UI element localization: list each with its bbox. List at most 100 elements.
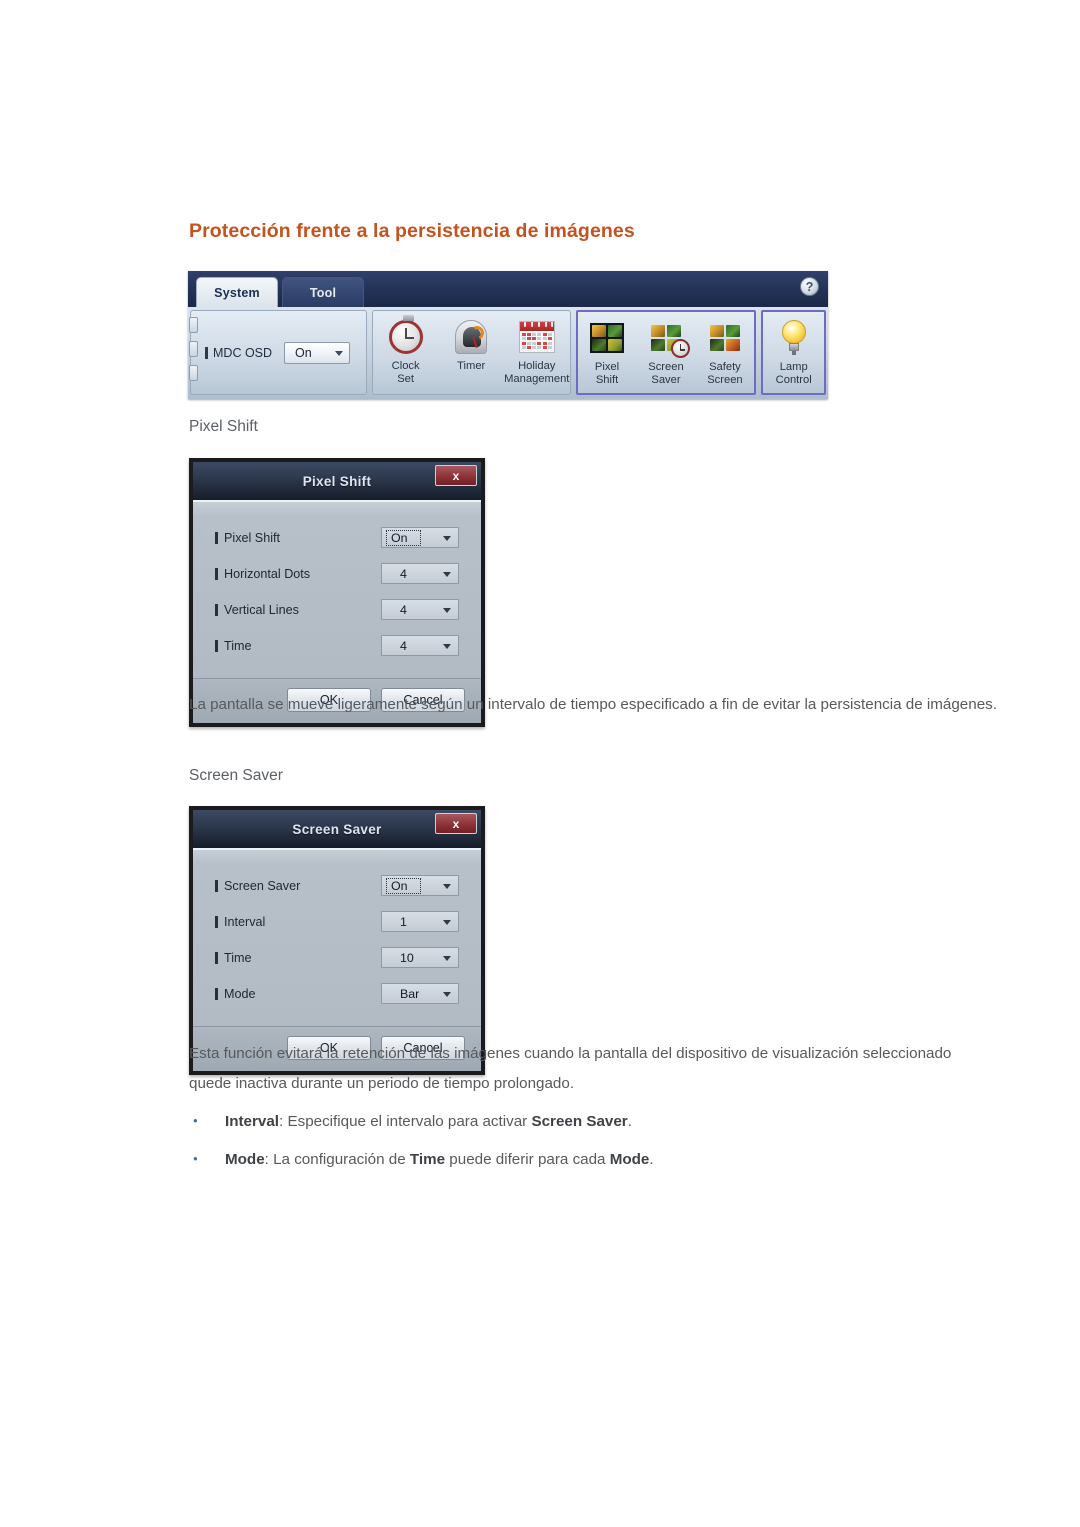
mode-select[interactable]: Bar (381, 983, 459, 1004)
field-label: Time (224, 638, 252, 653)
ribbon-label-line1: Holiday (518, 360, 556, 372)
chevron-down-icon (335, 350, 344, 356)
ribbon-label-line1: Screen (648, 361, 684, 373)
clock-icon (388, 315, 423, 358)
help-icon[interactable]: ? (800, 277, 819, 296)
field-value: 4 (400, 638, 407, 653)
chevron-down-icon (443, 955, 451, 961)
ribbon-label-line2: Saver (651, 373, 681, 386)
dialog-title: Pixel Shift (302, 473, 372, 489)
ribbon-button-safety-screen[interactable]: Safety Screen (695, 312, 754, 393)
ribbon-button-pixel-shift[interactable]: Pixel Shift (578, 312, 637, 393)
bullet-tick-icon (215, 603, 218, 616)
field-value: Bar (400, 986, 420, 1001)
dialog-row: Screen Saver On (215, 872, 459, 899)
close-icon[interactable]: x (435, 465, 477, 486)
subheading-screen-saver: Screen Saver (189, 767, 283, 784)
list-item: Mode: La configuración de Time puede dif… (189, 1148, 989, 1174)
dialog-titlebar: Screen Saver x (193, 810, 481, 848)
ribbon-label-line1: Pixel (594, 361, 620, 373)
ribbon-button-clock-set[interactable]: Clock Set (373, 311, 439, 394)
bullet-icon (189, 1148, 225, 1174)
bullet-tick-icon (215, 915, 218, 928)
chevron-down-icon (443, 535, 451, 541)
page-title: Protección frente a la persistencia de i… (189, 220, 635, 242)
ribbon-button-timer[interactable]: Timer (438, 311, 504, 394)
dialog-titlebar: Pixel Shift x (193, 462, 481, 500)
vertical-lines-select[interactable]: 4 (381, 599, 459, 620)
tab-system[interactable]: System (196, 277, 278, 307)
dialog-row: Vertical Lines 4 (215, 596, 459, 623)
mini-clock-icon (670, 339, 690, 358)
bullet-text: Mode: La configuración de Time puede dif… (225, 1151, 654, 1168)
bullet-list: Interval: Especifique el intervalo para … (189, 1110, 989, 1186)
dialog-screen-saver: Screen Saver x Screen Saver On Interval … (189, 806, 485, 1075)
horizontal-dots-select[interactable]: 4 (381, 563, 459, 584)
ribbon-group-screen-protection: Pixel Shift Screen Saver Safety Screen (575, 310, 757, 395)
field-label: Pixel Shift (224, 530, 280, 545)
ribbon-button-holiday-management[interactable]: Holiday Management (504, 311, 570, 394)
pixel-shift-select[interactable]: On (381, 527, 459, 548)
field-label: Mode (224, 986, 256, 1001)
dialog-row: Horizontal Dots 4 (215, 560, 459, 587)
tab-tool[interactable]: Tool (282, 277, 364, 307)
mdc-osd-select[interactable]: On (284, 341, 351, 364)
ribbon-label-line1: Lamp (779, 361, 808, 373)
paragraph-pixel-shift: La pantalla se mueve ligeramente según u… (189, 696, 997, 713)
dialog-pixel-shift: Pixel Shift x Pixel Shift On Horizontal … (189, 458, 485, 727)
lamp-icon (779, 317, 809, 359)
field-label: Horizontal Dots (224, 566, 311, 581)
pixel-shift-icon (590, 317, 625, 359)
mdc-osd-label: MDC OSD (213, 345, 273, 360)
cut-off-fragment (189, 365, 198, 381)
dialog-body: Pixel Shift On Horizontal Dots 4 Vertica… (193, 500, 481, 678)
ribbon-group-osd: MDC OSD On (189, 310, 367, 395)
ribbon-label-line1: Clock (391, 360, 420, 372)
ribbon-label-line2: Set (397, 372, 415, 385)
field-label: Interval (224, 914, 266, 929)
field-value: 1 (400, 914, 407, 929)
cut-off-fragment (189, 341, 198, 357)
close-icon[interactable]: x (435, 813, 477, 834)
dialog-row: Interval 1 (215, 908, 459, 935)
mdc-toolbar-screenshot: System Tool ? MDC OSD On Clock Set Timer… (188, 271, 828, 399)
list-item: Interval: Especifique el intervalo para … (189, 1110, 989, 1136)
safety-screen-icon (708, 317, 742, 359)
time-select[interactable]: 10 (381, 947, 459, 968)
ribbon-group-lamp: Lamp Control (761, 310, 826, 395)
bullet-tick-icon (215, 951, 218, 964)
field-value: 10 (400, 950, 414, 965)
field-value: 4 (400, 602, 407, 617)
ribbon-label-line1: Timer (457, 360, 486, 372)
field-value: 4 (400, 566, 407, 581)
ribbon-label-line2: Screen (707, 373, 743, 386)
bullet-text: Interval: Especifique el intervalo para … (225, 1113, 632, 1130)
chevron-down-icon (443, 571, 451, 577)
screen-saver-icon (649, 317, 690, 359)
screen-saver-select[interactable]: On (381, 875, 459, 896)
ribbon-label-line2: Management (504, 372, 570, 385)
field-label: Vertical Lines (224, 602, 299, 617)
interval-select[interactable]: 1 (381, 911, 459, 932)
toolbar-ribbon: MDC OSD On Clock Set Timer Holiday Manag… (188, 307, 828, 399)
timer-icon (455, 316, 488, 358)
bullet-icon (189, 1110, 225, 1136)
bullet-tick-icon (215, 987, 218, 1000)
chevron-down-icon (443, 919, 451, 925)
calendar-icon (518, 316, 555, 358)
ribbon-label-line1: Safety (709, 361, 741, 373)
bullet-tick-icon (215, 567, 218, 580)
toolbar-tabstrip: System Tool ? (188, 271, 828, 307)
chevron-down-icon (443, 991, 451, 997)
ribbon-label-line2: Shift (595, 373, 619, 386)
time-select[interactable]: 4 (381, 635, 459, 656)
bullet-tick-icon (205, 346, 208, 359)
ribbon-button-screen-saver[interactable]: Screen Saver (637, 312, 696, 393)
chevron-down-icon (443, 883, 451, 889)
ribbon-button-lamp-control[interactable]: Lamp Control (763, 312, 824, 393)
chevron-down-icon (443, 607, 451, 613)
cut-off-fragment (189, 317, 198, 333)
mdc-osd-row: MDC OSD On (191, 311, 366, 394)
dialog-row: Pixel Shift On (215, 524, 459, 551)
field-label: Time (224, 950, 252, 965)
